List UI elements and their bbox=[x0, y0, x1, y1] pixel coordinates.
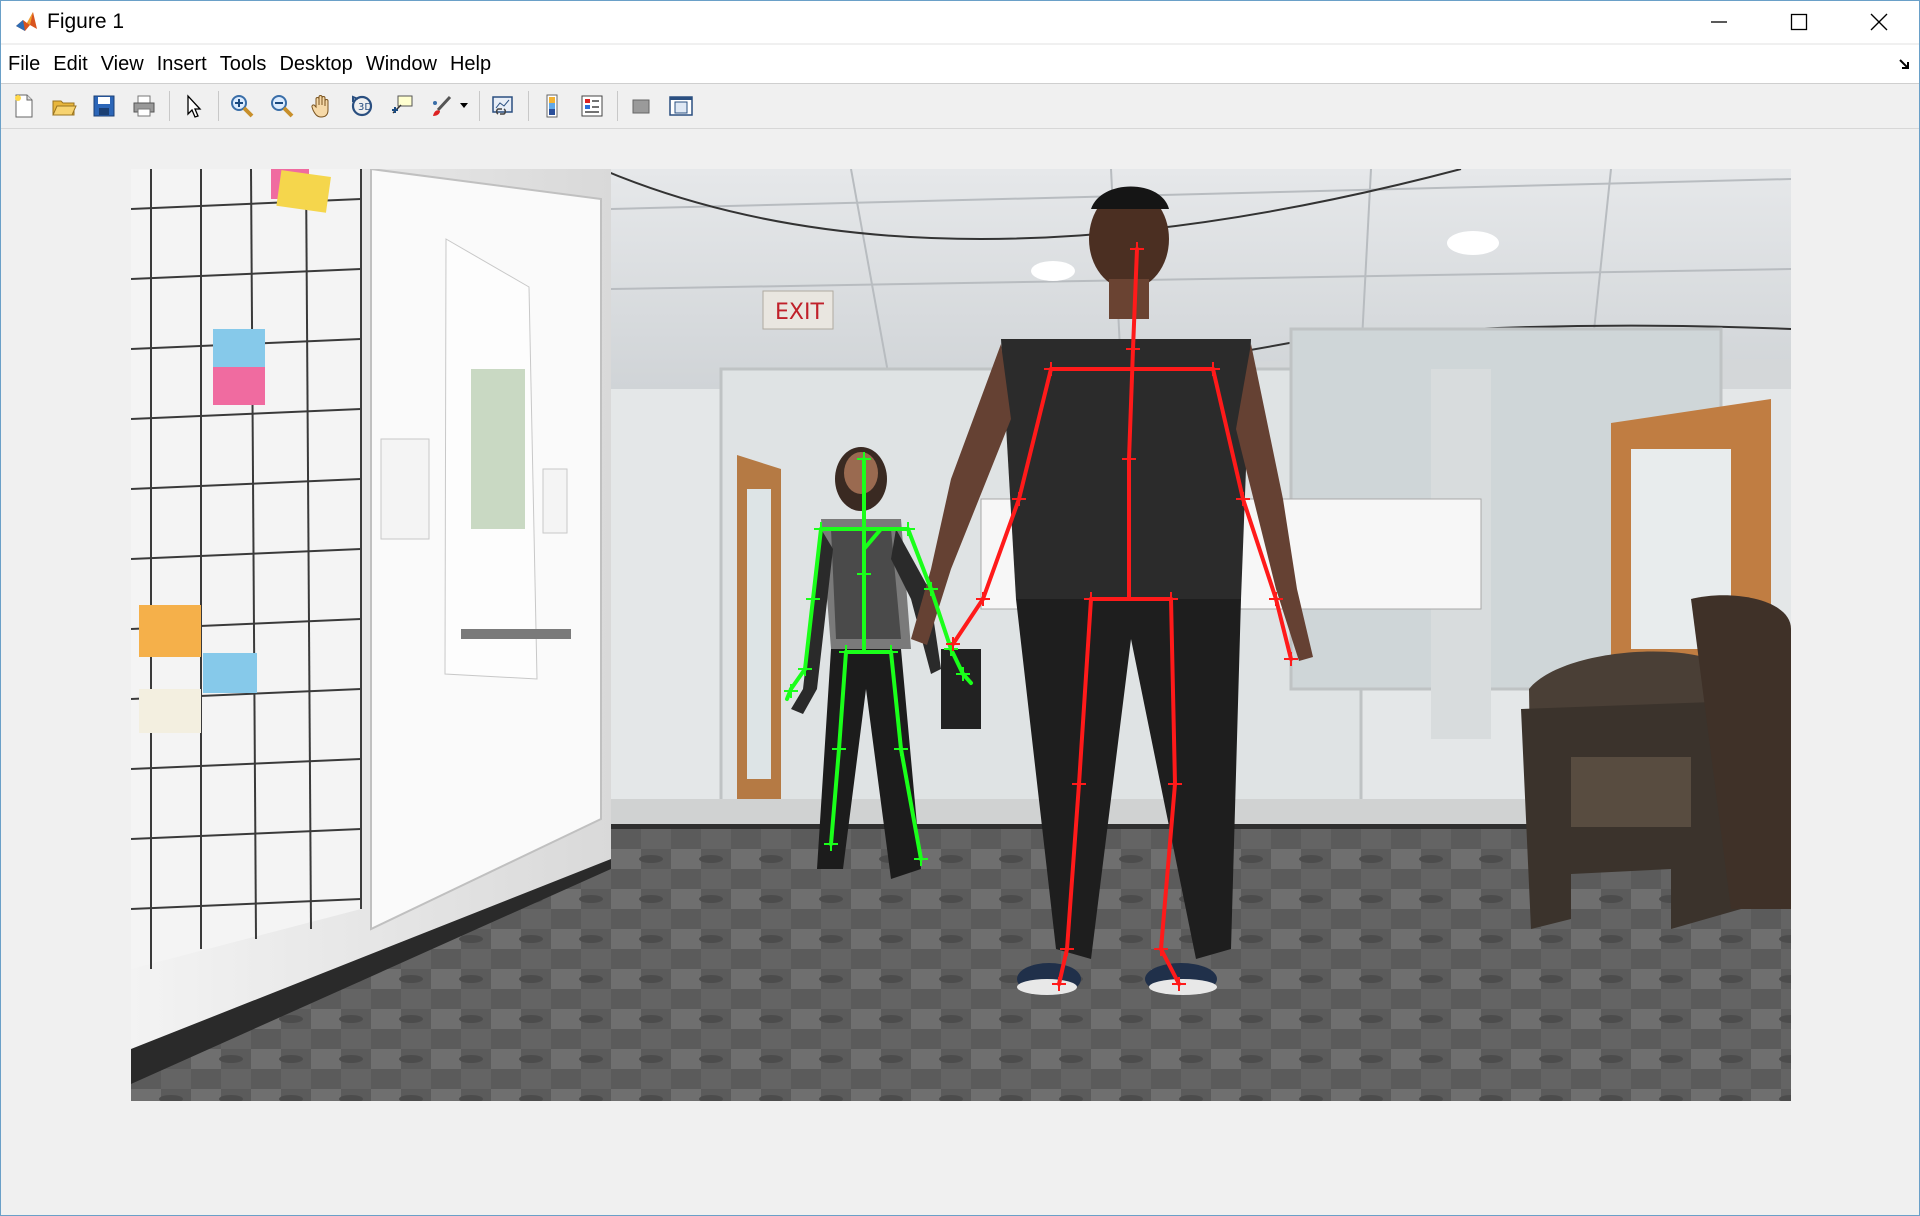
zoom-out-icon bbox=[271, 95, 294, 118]
link-plot-button[interactable] bbox=[486, 89, 520, 123]
figure-window: Figure 1 File Edit View Insert Tools Des… bbox=[0, 0, 1920, 1216]
show-plot-tools-icon bbox=[669, 96, 693, 116]
toolbar-separator bbox=[169, 91, 170, 121]
data-cursor-icon bbox=[392, 95, 413, 114]
close-button[interactable] bbox=[1839, 1, 1919, 43]
matlab-icon bbox=[16, 12, 37, 31]
pan-button[interactable] bbox=[305, 89, 339, 123]
insert-legend-button[interactable] bbox=[575, 89, 609, 123]
brush-dropdown[interactable] bbox=[459, 89, 469, 123]
brush-icon bbox=[433, 95, 452, 116]
maximize-icon bbox=[1790, 13, 1808, 31]
print-icon bbox=[133, 95, 155, 117]
data-cursor-button[interactable] bbox=[385, 89, 419, 123]
new-figure-button[interactable] bbox=[7, 89, 41, 123]
new-figure-icon bbox=[15, 94, 33, 118]
close-icon bbox=[1870, 13, 1888, 31]
open-file-button[interactable] bbox=[47, 89, 81, 123]
rotate-3d-button[interactable]: 3D bbox=[345, 89, 379, 123]
menu-view[interactable]: View bbox=[94, 45, 150, 83]
title-bar[interactable]: Figure 1 bbox=[1, 1, 1919, 43]
minimize-icon bbox=[1711, 21, 1727, 23]
menu-desktop[interactable]: Desktop bbox=[272, 45, 358, 83]
menu-edit[interactable]: Edit bbox=[46, 45, 93, 83]
dock-figure-icon[interactable] bbox=[1897, 57, 1911, 71]
chevron-down-icon bbox=[460, 103, 468, 108]
colorbar-icon bbox=[546, 94, 558, 118]
zoom-out-button[interactable] bbox=[265, 89, 299, 123]
zoom-in-button[interactable] bbox=[225, 89, 259, 123]
show-plot-tools-button[interactable] bbox=[664, 89, 698, 123]
zoom-in-icon bbox=[231, 95, 254, 118]
open-file-icon bbox=[52, 100, 77, 116]
toolbar-separator bbox=[479, 91, 480, 121]
image-axes[interactable]: EXIT bbox=[131, 169, 1791, 1101]
menu-bar: File Edit View Insert Tools Desktop Wind… bbox=[1, 45, 1919, 83]
toolbar-separator bbox=[528, 91, 529, 121]
menu-insert[interactable]: Insert bbox=[150, 45, 213, 83]
toolbar-separator bbox=[218, 91, 219, 121]
pan-hand-icon bbox=[311, 95, 329, 118]
svg-text:EXIT: EXIT bbox=[775, 300, 824, 325]
menu-file[interactable]: File bbox=[1, 45, 46, 83]
svg-text:3D: 3D bbox=[358, 102, 372, 113]
menu-help[interactable]: Help bbox=[443, 45, 497, 83]
toolbar-separator bbox=[617, 91, 618, 121]
rotate-3d-icon: 3D bbox=[351, 95, 372, 117]
print-button[interactable] bbox=[127, 89, 161, 123]
insert-colorbar-button[interactable] bbox=[535, 89, 569, 123]
menu-window[interactable]: Window bbox=[359, 45, 443, 83]
menu-tools[interactable]: Tools bbox=[213, 45, 273, 83]
save-button[interactable] bbox=[87, 89, 121, 123]
hide-plot-tools-button[interactable] bbox=[624, 89, 658, 123]
maximize-button[interactable] bbox=[1759, 1, 1839, 43]
toolbar-divider bbox=[1, 128, 1919, 129]
save-icon bbox=[93, 95, 115, 117]
window-title: Figure 1 bbox=[47, 10, 125, 33]
edit-plot-arrow-icon bbox=[187, 94, 202, 118]
edit-plot-button[interactable] bbox=[176, 89, 210, 123]
link-plot-icon bbox=[492, 96, 513, 115]
hide-plot-tools-icon bbox=[632, 99, 650, 114]
figure-toolbar: 3D bbox=[1, 84, 1919, 128]
minimize-button[interactable] bbox=[1679, 1, 1759, 43]
webcam-image: EXIT bbox=[131, 169, 1791, 1101]
brush-button[interactable] bbox=[425, 89, 459, 123]
legend-icon bbox=[581, 95, 603, 117]
